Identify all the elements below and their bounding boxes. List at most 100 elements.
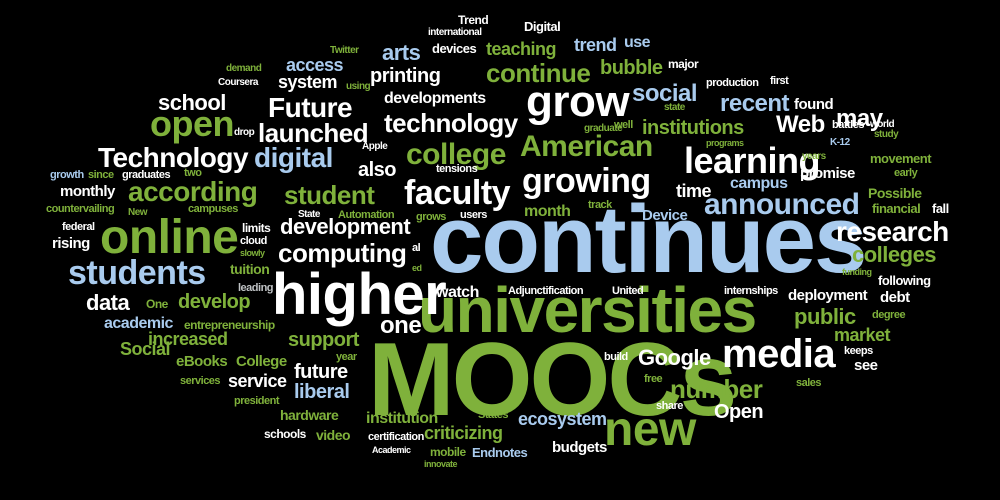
word-devices: devices xyxy=(432,41,477,56)
word-american: American xyxy=(520,130,653,163)
word-battles: battles xyxy=(832,119,864,131)
word-sales: sales xyxy=(796,377,822,389)
word-support: support xyxy=(288,329,359,351)
word-student: student xyxy=(284,180,375,210)
word-major: major xyxy=(668,57,699,71)
word-trend-cap: Trend xyxy=(458,13,489,27)
word-arts: arts xyxy=(382,40,421,65)
word-monthly: monthly xyxy=(60,183,115,200)
word-funding: funding xyxy=(842,267,872,277)
word-services: services xyxy=(180,375,221,387)
word-apple: Apple xyxy=(362,141,388,152)
word-free: free xyxy=(644,373,663,385)
word-time: time xyxy=(676,181,712,201)
word-study: study xyxy=(874,129,899,140)
word-internships: internships xyxy=(724,285,778,297)
word-launched: launched xyxy=(258,118,369,148)
word-growth: growth xyxy=(50,169,84,181)
word-rising: rising xyxy=(52,235,90,252)
word-use: use xyxy=(624,34,651,51)
word-coursera: Coursera xyxy=(218,77,258,88)
word-automation: Automation xyxy=(338,209,395,221)
word-number: number xyxy=(670,374,763,404)
word-tuition: tuition xyxy=(230,261,270,277)
word-tensions: tensions xyxy=(436,163,478,175)
word-share: share xyxy=(656,400,683,412)
word-countervailing: countervailing xyxy=(46,203,115,215)
word-slowly: slowly xyxy=(240,248,265,258)
word-month: month xyxy=(524,203,571,220)
word-watch: watch xyxy=(436,284,479,301)
word-one: one xyxy=(380,312,422,339)
word-years: years xyxy=(802,151,826,162)
word-promise: promise xyxy=(800,165,855,182)
word-also: also xyxy=(358,159,397,181)
word-digital: digital xyxy=(254,142,333,173)
word-cloud: cloud xyxy=(240,235,267,247)
word-financial: financial xyxy=(872,201,921,216)
word-fall: fall xyxy=(932,201,949,216)
word-liberal: liberal xyxy=(294,381,350,403)
word-programs: programs xyxy=(706,138,744,148)
word-states: States xyxy=(478,409,509,421)
word-see: see xyxy=(854,357,878,374)
word-international: international xyxy=(428,27,482,38)
word-institutions: institutions xyxy=(642,117,744,139)
word-video: video xyxy=(316,427,351,443)
word-service: service xyxy=(228,371,287,391)
word-technology-cap: Technology xyxy=(98,142,249,173)
word-adjunctification: Adjunctification xyxy=(508,285,584,297)
word-ecosystem: ecosystem xyxy=(518,409,607,429)
word-academic-cap: Academic xyxy=(372,445,411,455)
word-new-cap: New xyxy=(128,207,148,218)
word-limits: limits xyxy=(242,221,271,235)
word-state: state xyxy=(664,102,685,113)
word-al: al xyxy=(412,242,421,254)
word-develop: develop xyxy=(178,291,251,313)
word-hardware: hardware xyxy=(280,407,339,423)
word-device: Device xyxy=(642,207,688,224)
word-production: production xyxy=(706,77,759,89)
word-federal: federal xyxy=(62,221,95,233)
word-keeps: keeps xyxy=(844,345,873,357)
word-early: early xyxy=(894,167,918,179)
word-build: build xyxy=(604,351,628,363)
word-developments: developments xyxy=(384,90,486,107)
word-teaching: teaching xyxy=(486,39,557,59)
word-well: well xyxy=(614,119,633,131)
word-grows: grows xyxy=(416,211,446,223)
word-continue: continue xyxy=(486,58,591,88)
word-new: new xyxy=(604,403,696,456)
word-academic: academic xyxy=(104,315,173,332)
word-according: according xyxy=(128,176,258,207)
word-digital-cap: Digital xyxy=(524,19,561,34)
word-degree: degree xyxy=(872,309,906,321)
word-twitter: Twitter xyxy=(330,45,359,56)
word-social-cap: Social xyxy=(120,339,171,359)
word-graduates: graduates xyxy=(122,169,171,181)
word-campus: campus xyxy=(730,175,788,192)
word-year: year xyxy=(336,351,357,363)
word-campuses: campuses xyxy=(188,203,238,215)
word-users: users xyxy=(460,209,487,221)
word-institution: institution xyxy=(366,410,438,427)
word-data: data xyxy=(86,290,130,315)
word-state-cap: State xyxy=(298,209,320,220)
word-world: world xyxy=(870,119,895,130)
word-debt: debt xyxy=(880,289,910,306)
word-recent: recent xyxy=(720,90,790,117)
word-innovate: innovate xyxy=(424,459,458,469)
word-k12: K-12 xyxy=(830,137,850,148)
word-using: using xyxy=(346,81,371,92)
word-two: two xyxy=(184,167,202,179)
word-future: future xyxy=(294,361,348,383)
word-schools: schools xyxy=(264,427,306,441)
word-printing: printing xyxy=(370,65,441,87)
word-trend: trend xyxy=(574,35,617,55)
word-open-cap: Open xyxy=(714,401,764,423)
word-ebooks: eBooks xyxy=(176,353,228,370)
word-cloud: continues MOOCs universities higher onli… xyxy=(0,0,1000,500)
word-since: since xyxy=(88,169,114,181)
word-first: first xyxy=(770,75,789,87)
word-media: media xyxy=(722,332,836,376)
